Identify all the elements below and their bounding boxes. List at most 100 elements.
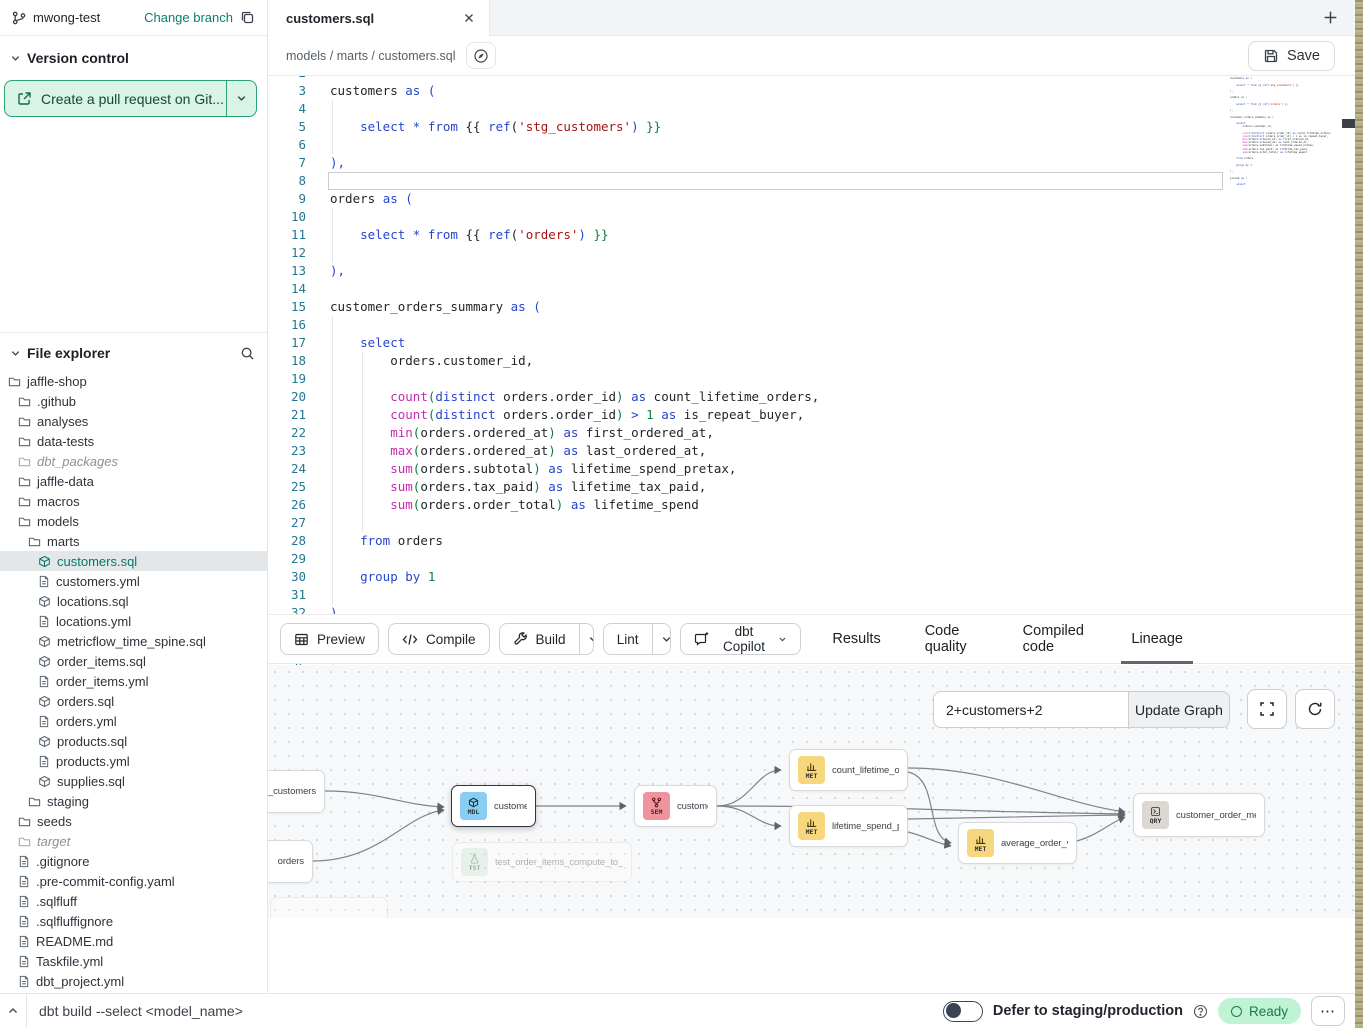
lineage-node-customers_semantic[interactable]: SEMcustomers bbox=[634, 785, 717, 827]
lineage-node-stg_customers[interactable]: stg_customers bbox=[268, 770, 325, 813]
code-line-29[interactable]: 29 bbox=[268, 550, 1355, 568]
tree-item-models[interactable]: models bbox=[0, 511, 267, 531]
tree-item-analyses[interactable]: analyses bbox=[0, 411, 267, 431]
tree-item-customers-yml[interactable]: customers.yml bbox=[0, 571, 267, 591]
code-line-22[interactable]: 22 min(orders.ordered_at) as first_order… bbox=[268, 424, 1355, 442]
chevron-up-icon[interactable] bbox=[0, 1005, 26, 1017]
search-icon[interactable] bbox=[240, 346, 255, 361]
tree-item--sqlfluffignore[interactable]: .sqlfluffignore bbox=[0, 911, 267, 931]
panel-tab-lineage[interactable]: Lineage bbox=[1109, 614, 1205, 664]
tree-item--github[interactable]: .github bbox=[0, 391, 267, 411]
tree-item--sqlfluff[interactable]: .sqlfluff bbox=[0, 891, 267, 911]
tree-item-products-yml[interactable]: products.yml bbox=[0, 751, 267, 771]
version-control-header[interactable]: Version control bbox=[0, 50, 267, 66]
preview-button[interactable]: Preview bbox=[280, 623, 379, 655]
status-badge[interactable]: Ready bbox=[1218, 998, 1301, 1024]
change-branch-link[interactable]: Change branch bbox=[144, 10, 233, 25]
code-line-31[interactable]: 31 bbox=[268, 586, 1355, 604]
lineage-node-count_lifetime_orders[interactable]: METcount_lifetime_orders bbox=[789, 749, 908, 791]
code-line-17[interactable]: 17 select bbox=[268, 334, 1355, 352]
tree-item-orders-yml[interactable]: orders.yml bbox=[0, 711, 267, 731]
tree-item--pre-commit-config-yaml[interactable]: .pre-commit-config.yaml bbox=[0, 871, 267, 891]
copy-icon[interactable] bbox=[240, 10, 255, 25]
tree-item-dbt-packages[interactable]: dbt_packages bbox=[0, 451, 267, 471]
lineage-node-partial_node[interactable] bbox=[270, 897, 388, 918]
close-icon[interactable] bbox=[463, 12, 475, 24]
compile-button[interactable]: Compile bbox=[388, 623, 490, 655]
editor-scrollbar-thumb[interactable] bbox=[1342, 119, 1355, 128]
lineage-selector-input[interactable] bbox=[933, 691, 1128, 728]
build-button[interactable]: Build bbox=[500, 624, 579, 654]
code-line-7[interactable]: 7), bbox=[268, 154, 1355, 172]
code-line-5[interactable]: 5 select * from {{ ref('stg_customers') … bbox=[268, 118, 1355, 136]
code-line-4[interactable]: 4 bbox=[268, 100, 1355, 118]
refresh-button[interactable] bbox=[1295, 689, 1335, 729]
help-icon[interactable] bbox=[1193, 1004, 1208, 1019]
tree-item-orders-sql[interactable]: orders.sql bbox=[0, 691, 267, 711]
code-line-19[interactable]: 19 bbox=[268, 370, 1355, 388]
panel-tab-results[interactable]: Results bbox=[810, 614, 902, 664]
code-line-15[interactable]: 15customer_orders_summary as ( bbox=[268, 298, 1355, 316]
code-line-28[interactable]: 28 from orders bbox=[268, 532, 1355, 550]
panel-tab-code-quality[interactable]: Code quality bbox=[903, 614, 1001, 664]
tree-item-order-items-yml[interactable]: order_items.yml bbox=[0, 671, 267, 691]
tree-item-jaffle-data[interactable]: jaffle-data bbox=[0, 471, 267, 491]
tree-item-locations-sql[interactable]: locations.sql bbox=[0, 591, 267, 611]
pr-dropdown-caret[interactable] bbox=[226, 81, 256, 116]
tree-item-seeds[interactable]: seeds bbox=[0, 811, 267, 831]
code-line-10[interactable]: 10 bbox=[268, 208, 1355, 226]
more-options-button[interactable]: ⋯ bbox=[1311, 996, 1345, 1026]
update-graph-button[interactable]: Update Graph bbox=[1128, 691, 1230, 728]
defer-toggle[interactable] bbox=[943, 1001, 983, 1022]
tab-customers-sql[interactable]: customers.sql bbox=[268, 0, 490, 36]
panel-tab-compiled-code[interactable]: Compiled code bbox=[1001, 614, 1110, 664]
code-line-12[interactable]: 12 bbox=[268, 244, 1355, 262]
code-line-14[interactable]: 14 bbox=[268, 280, 1355, 298]
code-line-20[interactable]: 20 count(distinct orders.order_id) as co… bbox=[268, 388, 1355, 406]
code-line-25[interactable]: 25 sum(orders.tax_paid) as lifetime_tax_… bbox=[268, 478, 1355, 496]
lint-dropdown-caret[interactable] bbox=[652, 624, 671, 654]
code-line-21[interactable]: 21 count(distinct orders.order_id) > 1 a… bbox=[268, 406, 1355, 424]
tree-item-metricflow-time-spine-sql[interactable]: metricflow_time_spine.sql bbox=[0, 631, 267, 651]
code-line-3[interactable]: 3customers as ( bbox=[268, 82, 1355, 100]
fullscreen-button[interactable] bbox=[1247, 689, 1287, 729]
minimap[interactable]: customers as ( select * from {{ ref('stg… bbox=[1227, 76, 1339, 186]
code-line-26[interactable]: 26 sum(orders.order_total) as lifetime_s… bbox=[268, 496, 1355, 514]
save-button[interactable]: Save bbox=[1248, 41, 1335, 71]
code-editor[interactable]: 23customers as (45 select * from {{ ref(… bbox=[268, 76, 1355, 690]
tree-item-marts[interactable]: marts bbox=[0, 531, 267, 551]
code-line-24[interactable]: 24 sum(orders.subtotal) as lifetime_spen… bbox=[268, 460, 1355, 478]
tree-item-staging[interactable]: staging bbox=[0, 791, 267, 811]
tree-item-jaffle-shop[interactable]: jaffle-shop bbox=[0, 371, 267, 391]
tree-item-taskfile-yml[interactable]: Taskfile.yml bbox=[0, 951, 267, 971]
tree-item-locations-yml[interactable]: locations.yml bbox=[0, 611, 267, 631]
tree-item-data-tests[interactable]: data-tests bbox=[0, 431, 267, 451]
lineage-panel[interactable]: stg_customersordersMDLcustomersTSTtest_o… bbox=[268, 665, 1355, 918]
new-tab-plus-icon[interactable] bbox=[1322, 9, 1339, 26]
compass-icon[interactable] bbox=[466, 42, 496, 69]
create-pr-button[interactable]: Create a pull request on Git... bbox=[4, 80, 257, 117]
code-line-8[interactable]: 8 bbox=[268, 172, 1355, 190]
lineage-node-average_order_value[interactable]: METaverage_order_value bbox=[958, 822, 1077, 864]
command-hint[interactable]: dbt build --select <model_name> bbox=[39, 1003, 243, 1019]
code-line-11[interactable]: 11 select * from {{ ref('orders') }} bbox=[268, 226, 1355, 244]
build-dropdown-caret[interactable] bbox=[579, 624, 594, 654]
code-line-30[interactable]: 30 group by 1 bbox=[268, 568, 1355, 586]
lineage-node-test_order_items[interactable]: TSTtest_order_items_compute_to_bools... bbox=[452, 842, 632, 882]
code-line-6[interactable]: 6 bbox=[268, 136, 1355, 154]
code-line-16[interactable]: 16 bbox=[268, 316, 1355, 334]
lineage-node-orders[interactable]: orders bbox=[268, 840, 313, 883]
code-line-18[interactable]: 18 orders.customer_id, bbox=[268, 352, 1355, 370]
code-line-13[interactable]: 13), bbox=[268, 262, 1355, 280]
tree-item-target[interactable]: target bbox=[0, 831, 267, 851]
dbt-copilot-button[interactable]: dbt Copilot bbox=[680, 623, 802, 655]
code-line-23[interactable]: 23 max(orders.ordered_at) as last_ordere… bbox=[268, 442, 1355, 460]
lineage-node-customer_order_metrics[interactable]: QRYcustomer_order_metrics bbox=[1133, 793, 1265, 837]
tree-item-readme-md[interactable]: README.md bbox=[0, 931, 267, 951]
tree-item-supplies-sql[interactable]: supplies.sql bbox=[0, 771, 267, 791]
tree-item--gitignore[interactable]: .gitignore bbox=[0, 851, 267, 871]
chevron-down-icon[interactable] bbox=[10, 348, 21, 359]
tree-item-macros[interactable]: macros bbox=[0, 491, 267, 511]
lint-button[interactable]: Lint bbox=[604, 624, 652, 654]
tree-item-customers-sql[interactable]: customers.sql bbox=[0, 551, 267, 571]
